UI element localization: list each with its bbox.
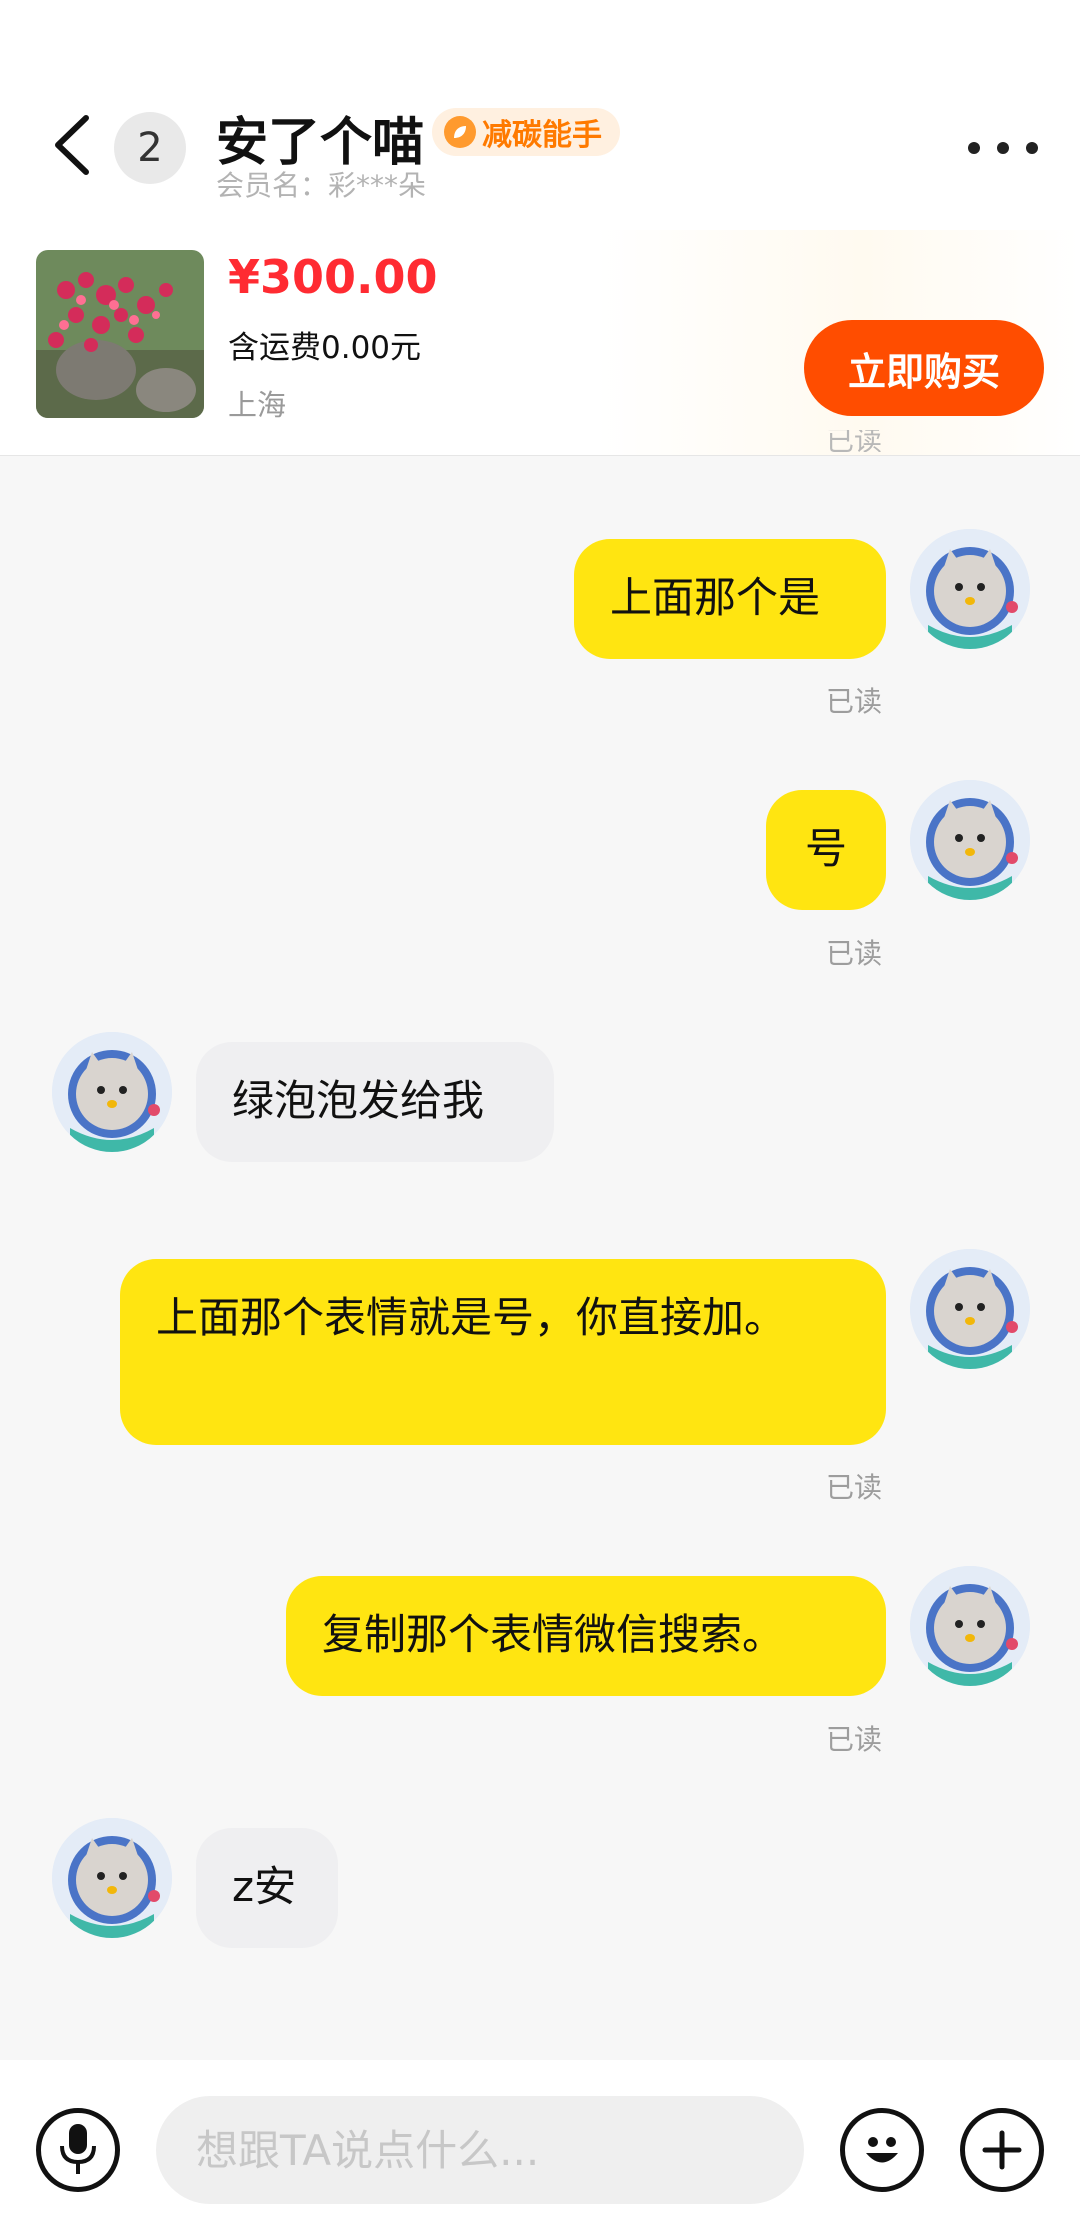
my-message-bubble[interactable]: 复制那个表情微信搜索。 <box>286 1576 886 1696</box>
product-card[interactable]: ¥300.00 含运费0.00元 上海 立即购买 <box>0 230 1080 455</box>
chat-header: 2 安了个喵 减碳能手 会员名：彩***朵 ¥300.00 含运费0.00元 上… <box>0 0 1080 456</box>
message-list[interactable]: 上面那个是 已读 号 已读 绿泡泡发给我 上面那个表情就是号，你直接加。 已读 … <box>0 456 1080 2056</box>
my-avatar[interactable] <box>910 1566 1030 1686</box>
seller-message-bubble[interactable]: z安 <box>196 1828 338 1948</box>
message-input[interactable] <box>156 2096 804 2204</box>
plus-button[interactable] <box>960 2108 1044 2192</box>
cat-avatar-icon <box>910 529 1030 649</box>
cat-avatar-icon <box>52 1032 172 1152</box>
more-dot <box>1026 142 1038 154</box>
product-price: ¥300.00 <box>228 250 438 304</box>
plus-icon <box>982 2130 1022 2170</box>
emoji-button[interactable] <box>840 2108 924 2192</box>
buy-now-button[interactable]: 立即购买 <box>804 320 1044 416</box>
emoji-icon <box>866 2137 898 2163</box>
my-avatar[interactable] <box>910 1249 1030 1369</box>
cat-avatar-icon <box>910 780 1030 900</box>
my-message-bubble[interactable]: 上面那个是 <box>574 539 886 659</box>
member-name: 会员名：彩***朵 <box>216 169 427 202</box>
more-dot <box>968 142 980 154</box>
chat-screen: 2 安了个喵 减碳能手 会员名：彩***朵 ¥300.00 含运费0.00元 上… <box>0 0 1080 2240</box>
cat-avatar-icon <box>910 1249 1030 1369</box>
my-avatar[interactable] <box>910 780 1030 900</box>
product-location: 上海 <box>228 388 287 422</box>
eco-badge-label: 减碳能手 <box>482 118 602 153</box>
more-button[interactable] <box>968 128 1038 168</box>
leaf-icon <box>444 116 476 148</box>
voice-button[interactable] <box>36 2108 120 2192</box>
cat-avatar-icon <box>52 1818 172 1938</box>
seller-message-bubble[interactable]: 绿泡泡发给我 <box>196 1042 554 1162</box>
read-status: 已读 <box>826 430 883 452</box>
back-button[interactable] <box>44 110 104 180</box>
cat-avatar-icon <box>910 1566 1030 1686</box>
chevron-left-icon <box>55 115 89 175</box>
eco-badge[interactable]: 减碳能手 <box>432 108 620 156</box>
read-status: 已读 <box>826 685 883 718</box>
input-bar <box>0 2060 1080 2240</box>
my-avatar[interactable] <box>910 529 1030 649</box>
my-message-bubble[interactable]: 上面那个表情就是号，你直接加。 <box>120 1259 886 1445</box>
seller-avatar[interactable] <box>52 1032 172 1152</box>
my-message-bubble[interactable]: 号 <box>766 790 886 910</box>
unread-count-badge[interactable]: 2 <box>114 112 186 184</box>
product-image[interactable] <box>36 250 204 418</box>
read-status: 已读 <box>826 937 883 970</box>
read-status: 已读 <box>826 1723 883 1756</box>
shipping-fee: 含运费0.00元 <box>228 330 422 366</box>
more-dot <box>997 142 1009 154</box>
read-status: 已读 <box>826 1471 883 1504</box>
seller-avatar[interactable] <box>52 1818 172 1938</box>
microphone-icon <box>60 2124 96 2174</box>
